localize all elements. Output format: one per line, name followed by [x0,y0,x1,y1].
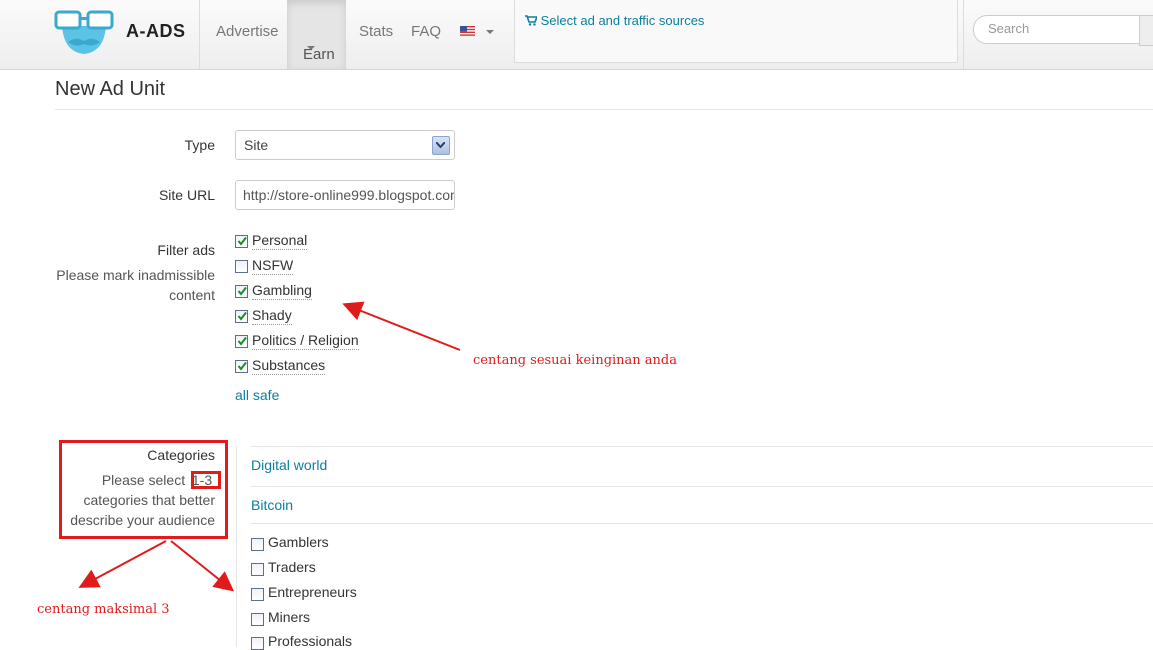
arrow-filter [342,301,461,351]
arrow-category-left [78,540,167,588]
annotation-category-note: centang maksimal 3 [37,602,170,617]
arrow-category-right [170,540,235,592]
annotation-filter-note: centang sesuai keinginan anda [473,353,678,368]
annotation-arrows [78,301,461,592]
